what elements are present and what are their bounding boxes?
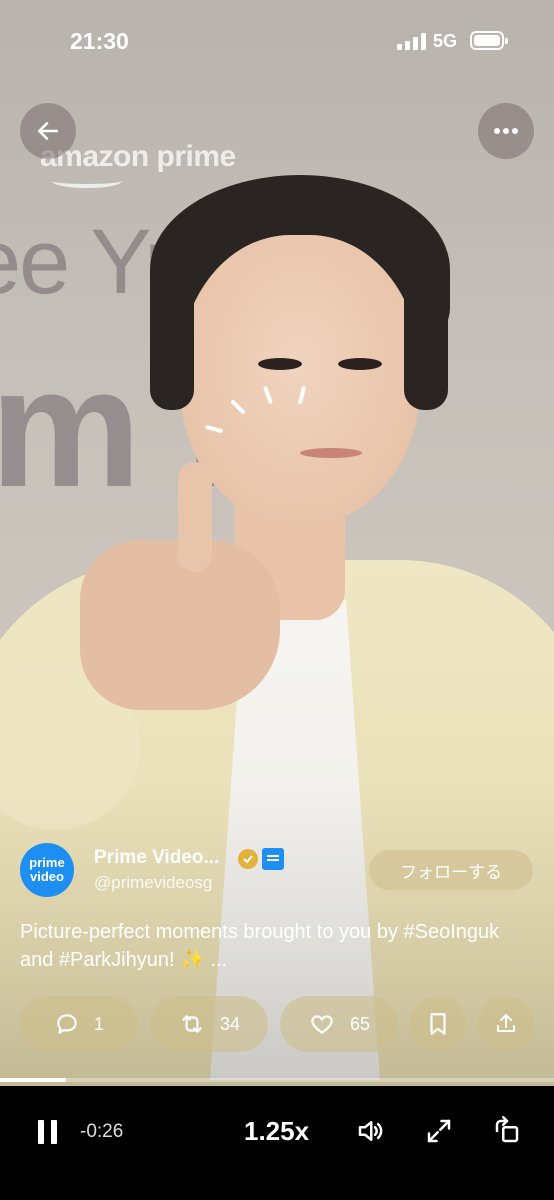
repost-button[interactable]: 34 xyxy=(150,996,268,1052)
playback-speed-button[interactable]: 1.25x xyxy=(244,1116,309,1147)
volume-icon[interactable] xyxy=(355,1116,385,1146)
verified-badge-icon xyxy=(238,849,258,869)
like-button[interactable]: 65 xyxy=(280,996,398,1052)
cellular-signal-icon xyxy=(397,32,427,50)
follow-button[interactable]: フォローする xyxy=(369,850,533,890)
arrow-left-icon xyxy=(38,122,58,140)
affiliate-badge-icon xyxy=(262,848,284,870)
more-options-button[interactable] xyxy=(478,103,534,159)
rotate-icon[interactable] xyxy=(492,1116,522,1146)
person-eye-left xyxy=(258,358,302,370)
reply-icon xyxy=(57,1014,77,1034)
person-hair-left xyxy=(150,260,194,410)
person-eye-right xyxy=(338,358,382,370)
avatar-text-line1: prime xyxy=(29,855,65,870)
fullscreen-icon[interactable] xyxy=(424,1116,454,1146)
avatar-text-line2: video xyxy=(30,869,64,884)
battery-icon xyxy=(470,31,508,50)
pause-icon xyxy=(51,1120,57,1144)
person-hair-right xyxy=(404,260,448,410)
more-horizontal-icon xyxy=(494,128,518,134)
amazon-smile-logo xyxy=(52,174,122,188)
pause-icon xyxy=(38,1120,44,1144)
person-hand xyxy=(80,540,280,710)
share-icon xyxy=(497,1014,515,1032)
repost-count: 34 xyxy=(219,1013,241,1034)
author-handle[interactable]: @primevideosg xyxy=(94,873,212,893)
status-bar: 21:30 5G xyxy=(0,0,554,80)
repost-icon xyxy=(182,1015,202,1033)
reply-count: 1 xyxy=(93,1013,104,1034)
video-progress-bar[interactable] xyxy=(0,1078,554,1082)
reply-button[interactable]: 1 xyxy=(20,996,138,1052)
share-button[interactable] xyxy=(478,996,534,1052)
back-button[interactable] xyxy=(20,103,76,159)
time-remaining: -0:26 xyxy=(80,1121,124,1142)
network-type: 5G xyxy=(433,31,458,51)
person-finger xyxy=(178,462,212,572)
bookmark-button[interactable] xyxy=(410,996,466,1052)
post-caption[interactable]: Picture-perfect moments brought to you b… xyxy=(20,918,530,974)
bookmark-icon xyxy=(430,1013,446,1035)
author-avatar[interactable]: prime video xyxy=(20,843,74,897)
person-face xyxy=(180,235,420,525)
pause-button[interactable] xyxy=(38,1120,58,1144)
status-time: 21:30 xyxy=(70,28,129,54)
video-progress-fill xyxy=(0,1078,67,1082)
player-controls: -0:26 1.25x xyxy=(0,1086,554,1200)
heart-icon xyxy=(311,1015,333,1034)
person-mouth xyxy=(300,448,362,458)
like-count: 65 xyxy=(349,1013,371,1034)
author-name[interactable]: Prime Video... xyxy=(94,847,219,869)
